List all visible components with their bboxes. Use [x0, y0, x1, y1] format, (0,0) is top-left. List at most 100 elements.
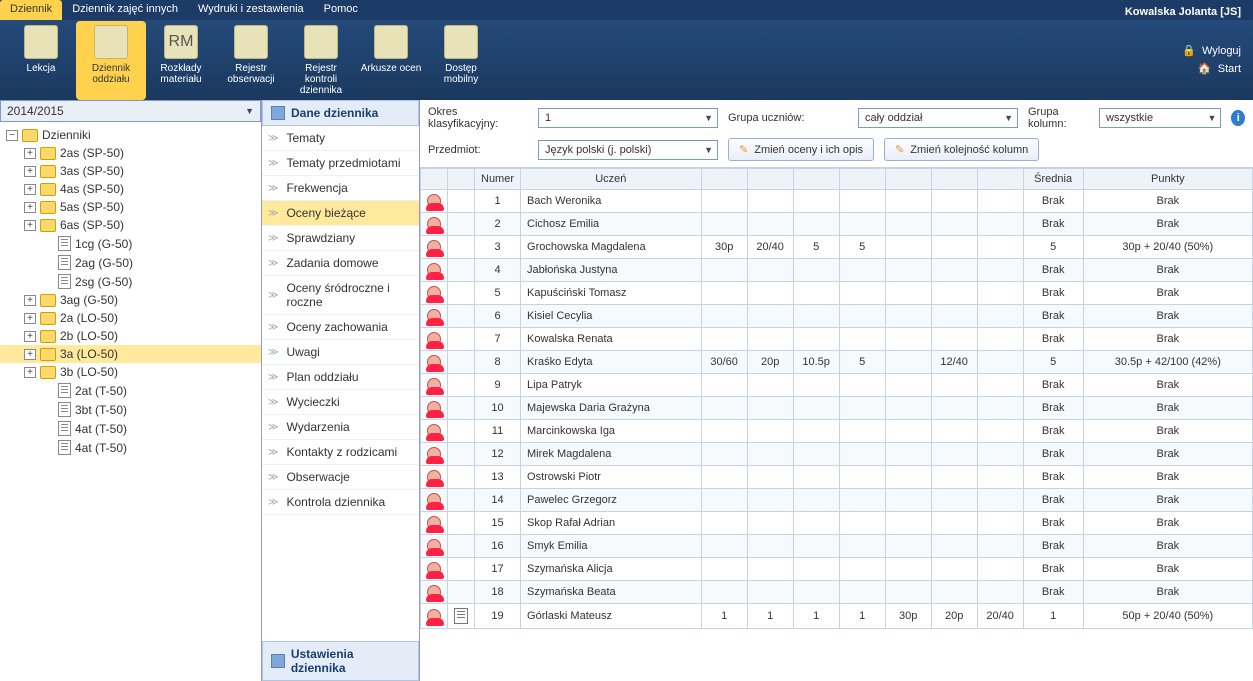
top-tab[interactable]: Dziennik — [0, 0, 62, 20]
avatar-cell — [421, 535, 448, 558]
numer-cell: 4 — [475, 259, 521, 282]
nav-item[interactable]: ≫Wydarzenia — [262, 415, 419, 440]
col-g3 — [793, 169, 839, 190]
ribbon-item[interactable]: Rejestr kontroli dziennika — [286, 21, 356, 100]
start-link[interactable]: 🏠Start — [1176, 60, 1247, 78]
tree-item[interactable]: +3ag (G-50) — [0, 291, 261, 309]
grade-cell — [977, 213, 1023, 236]
table-row[interactable]: 2Cichosz EmiliaBrakBrak — [421, 213, 1253, 236]
nav-item[interactable]: ≫Oceny zachowania — [262, 315, 419, 340]
ribbon-item[interactable]: Dostęp mobilny — [426, 21, 496, 100]
table-row[interactable]: 6Kisiel CecyliaBrakBrak — [421, 305, 1253, 328]
expand-icon[interactable]: + — [24, 184, 36, 195]
dane-dziennika-header[interactable]: Dane dziennika — [262, 100, 419, 126]
collapse-icon[interactable]: − — [6, 130, 18, 141]
nav-item[interactable]: ≫Wycieczki — [262, 390, 419, 415]
nav-item[interactable]: ≫Uwagi — [262, 340, 419, 365]
logout-link[interactable]: 🔒Wyloguj — [1176, 42, 1247, 60]
grade-cell — [839, 512, 885, 535]
tree-item[interactable]: +2a (LO-50) — [0, 309, 261, 327]
table-row[interactable]: 12Mirek MagdalenaBrakBrak — [421, 443, 1253, 466]
grade-cell — [885, 489, 931, 512]
expand-icon[interactable]: + — [24, 349, 36, 360]
srednia-cell: Brak — [1023, 305, 1083, 328]
grupa-kolumn-select[interactable]: wszystkie▼ — [1099, 108, 1221, 128]
przedmiot-select[interactable]: Język polski (j. polski)▼ — [538, 140, 718, 160]
top-tab[interactable]: Wydruki i zestawienia — [188, 0, 314, 20]
nav-item[interactable]: ≫Sprawdziany — [262, 226, 419, 251]
avatar-icon — [427, 194, 441, 208]
nav-item[interactable]: ≫Kontakty z rodzicami — [262, 440, 419, 465]
table-row[interactable]: 8Kraśko Edyta30/6020p10.5p512/40530.5p +… — [421, 351, 1253, 374]
tree-item[interactable]: 3bt (T-50) — [0, 400, 261, 419]
table-row[interactable]: 18Szymańska BeataBrakBrak — [421, 581, 1253, 604]
expand-icon[interactable]: + — [24, 367, 36, 378]
tree-item[interactable]: 2at (T-50) — [0, 381, 261, 400]
tree-item[interactable]: +2b (LO-50) — [0, 327, 261, 345]
nav-item[interactable]: ≫Tematy — [262, 126, 419, 151]
nav-item[interactable]: ≫Kontrola dziennika — [262, 490, 419, 515]
expand-icon[interactable]: + — [24, 220, 36, 231]
tree-root[interactable]: − Dzienniki — [0, 126, 261, 144]
table-row[interactable]: 13Ostrowski PiotrBrakBrak — [421, 466, 1253, 489]
nav-item[interactable]: ≫Plan oddziału — [262, 365, 419, 390]
table-row[interactable]: 19Górlaski Mateusz111130p20p20/40150p + … — [421, 604, 1253, 629]
ribbon-item[interactable]: Lekcja — [6, 21, 76, 100]
zmien-oceny-button[interactable]: ✎Zmień oceny i ich opis — [728, 138, 874, 161]
tree-item[interactable]: +4as (SP-50) — [0, 180, 261, 198]
nav-item[interactable]: ≫Oceny bieżące — [262, 201, 419, 226]
table-row[interactable]: 5Kapuściński TomaszBrakBrak — [421, 282, 1253, 305]
nav-item[interactable]: ≫Frekwencja — [262, 176, 419, 201]
table-row[interactable]: 4Jabłońska JustynaBrakBrak — [421, 259, 1253, 282]
ustawienia-dziennika-header[interactable]: Ustawienia dziennika — [262, 641, 419, 681]
nav-item[interactable]: ≫Tematy przedmiotami — [262, 151, 419, 176]
table-row[interactable]: 9Lipa PatrykBrakBrak — [421, 374, 1253, 397]
tree-item[interactable]: 4at (T-50) — [0, 438, 261, 457]
tree-item[interactable]: 1cg (G-50) — [0, 234, 261, 253]
tree-item[interactable]: +6as (SP-50) — [0, 216, 261, 234]
expand-icon[interactable]: + — [24, 202, 36, 213]
nav-item[interactable]: ≫Oceny śródroczne i roczne — [262, 276, 419, 315]
tree-item[interactable]: 4at (T-50) — [0, 419, 261, 438]
table-row[interactable]: 16Smyk EmiliaBrakBrak — [421, 535, 1253, 558]
expand-icon[interactable]: + — [24, 313, 36, 324]
top-tab[interactable]: Pomoc — [314, 0, 368, 20]
tree-item[interactable]: +3b (LO-50) — [0, 363, 261, 381]
ribbon-item[interactable]: Rejestr obserwacji — [216, 21, 286, 100]
page-icon — [58, 421, 71, 436]
expand-icon[interactable]: + — [24, 166, 36, 177]
expand-icon[interactable]: + — [24, 148, 36, 159]
grade-cell — [885, 236, 931, 259]
table-row[interactable]: 1Bach WeronikaBrakBrak — [421, 190, 1253, 213]
ribbon-item[interactable]: Dziennik oddziału — [76, 21, 146, 100]
tree-item[interactable]: +2as (SP-50) — [0, 144, 261, 162]
ribbon-item[interactable]: RMRozkłady materiału — [146, 21, 216, 100]
table-row[interactable]: 7Kowalska RenataBrakBrak — [421, 328, 1253, 351]
avatar-cell — [421, 374, 448, 397]
tree-item-label: 1cg (G-50) — [75, 237, 132, 251]
nav-item[interactable]: ≫Obserwacje — [262, 465, 419, 490]
nav-item[interactable]: ≫Zadania domowe — [262, 251, 419, 276]
table-row[interactable]: 15Skop Rafał AdrianBrakBrak — [421, 512, 1253, 535]
table-row[interactable]: 14Pawelec GrzegorzBrakBrak — [421, 489, 1253, 512]
top-tab[interactable]: Dziennik zajęć innych — [62, 0, 188, 20]
expand-icon[interactable]: + — [24, 331, 36, 342]
tree-item[interactable]: 2sg (G-50) — [0, 272, 261, 291]
tree-item[interactable]: 2ag (G-50) — [0, 253, 261, 272]
tree-item[interactable]: +5as (SP-50) — [0, 198, 261, 216]
tree-item[interactable]: +3as (SP-50) — [0, 162, 261, 180]
tree-item[interactable]: +3a (LO-50) — [0, 345, 261, 363]
year-select[interactable]: 2014/2015 ▼ — [0, 100, 261, 122]
okres-select[interactable]: 1▼ — [538, 108, 718, 128]
info-icon[interactable]: i — [1231, 110, 1245, 126]
table-row[interactable]: 3Grochowska Magdalena30p20/4055530p + 20… — [421, 236, 1253, 259]
expand-icon[interactable]: + — [24, 295, 36, 306]
zmien-kolumny-button[interactable]: ✎Zmień kolejność kolumn — [884, 138, 1039, 161]
table-row[interactable]: 10Majewska Daria GrażynaBrakBrak — [421, 397, 1253, 420]
grade-cell: 30p — [885, 604, 931, 629]
ribbon-item[interactable]: Arkusze ocen — [356, 21, 426, 100]
grade-cell — [977, 558, 1023, 581]
table-row[interactable]: 17Szymańska AlicjaBrakBrak — [421, 558, 1253, 581]
grupa-uczniow-select[interactable]: cały oddział▼ — [858, 108, 1018, 128]
table-row[interactable]: 11Marcinkowska IgaBrakBrak — [421, 420, 1253, 443]
